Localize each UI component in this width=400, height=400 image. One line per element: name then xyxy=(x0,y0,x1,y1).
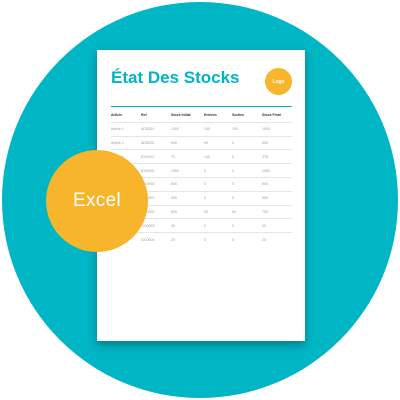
table-cell: 140 xyxy=(204,149,232,164)
table-cell: 600 xyxy=(262,135,292,150)
column-header: Entrées xyxy=(204,113,217,118)
table-cell: 600 xyxy=(171,135,204,150)
table-row: Article 2 ADD002 600 50 0 600 xyxy=(111,135,292,150)
table-cell: BXO001 xyxy=(141,149,171,164)
table-cell: 60 xyxy=(232,204,262,219)
table-cell: 100 xyxy=(232,121,262,137)
table-cell: 1000 xyxy=(171,121,204,137)
table-cell: CKO003 xyxy=(141,218,171,233)
table-row: Article 1 ADD001 1000 140 100 1000 xyxy=(111,121,292,137)
table-cell: 50 xyxy=(204,204,232,219)
table-cell: 500 xyxy=(262,176,292,192)
column-header: Ref xyxy=(141,113,147,118)
table-cell: 0 xyxy=(232,163,262,178)
title-divider xyxy=(111,106,292,107)
table-cell: 30 xyxy=(262,218,292,233)
table-cell: 0 xyxy=(204,218,232,233)
table-header-row: Article Ref Stock initial Entrées Sortie… xyxy=(111,109,292,122)
column-header: Stock initial xyxy=(171,113,191,118)
logo-placeholder: Logo xyxy=(265,68,292,95)
table-cell: BXO002 xyxy=(141,163,171,178)
table-cell: 30 xyxy=(171,218,204,233)
table-cell: 1000 xyxy=(262,163,292,178)
table-cell: 0 xyxy=(204,176,232,192)
table-row: CKO004 20 0 0 20 xyxy=(111,232,292,246)
document-title: État Des Stocks xyxy=(111,68,240,87)
excel-badge-label: Excel xyxy=(73,190,121,211)
table-cell: 70 xyxy=(171,149,204,164)
table-cell: 300 xyxy=(171,190,204,206)
table-cell: 50 xyxy=(204,135,232,150)
table-cell: 0 xyxy=(204,232,232,246)
table-cell: 0 xyxy=(232,149,262,164)
table-cell: ADD002 xyxy=(141,135,171,150)
table-cell: 20 xyxy=(171,232,204,246)
table-cell: 800 xyxy=(171,204,204,219)
table-cell: 0 xyxy=(232,176,262,192)
table-cell: 0 xyxy=(232,190,262,206)
table-cell: 790 xyxy=(262,204,292,219)
column-header: Article xyxy=(111,113,122,118)
table-cell: 275 xyxy=(262,149,292,164)
logo-label: Logo xyxy=(272,78,285,85)
table-cell: 1000 xyxy=(171,163,204,178)
column-header: Sorties xyxy=(232,113,244,118)
excel-badge: Excel xyxy=(46,150,148,252)
table-cell: Article 1 xyxy=(111,121,141,137)
table-cell: 140 xyxy=(204,121,232,137)
column-header: Stock Final xyxy=(262,113,281,118)
table-cell: 500 xyxy=(171,176,204,192)
table-cell: 300 xyxy=(262,190,292,206)
table-cell: ADD001 xyxy=(141,121,171,137)
table-cell: 0 xyxy=(204,190,232,206)
table-cell: Article 2 xyxy=(111,135,141,150)
table-cell: 0 xyxy=(232,218,262,233)
table-cell: 20 xyxy=(262,232,292,246)
table-cell: 0 xyxy=(204,163,232,178)
table-row: Article 3 BXO001 70 140 0 275 xyxy=(111,149,292,164)
table-cell: 0 xyxy=(232,232,262,246)
table-cell: 0 xyxy=(232,135,262,150)
table-cell: CKO004 xyxy=(141,232,171,246)
table-cell: 1000 xyxy=(262,121,292,137)
